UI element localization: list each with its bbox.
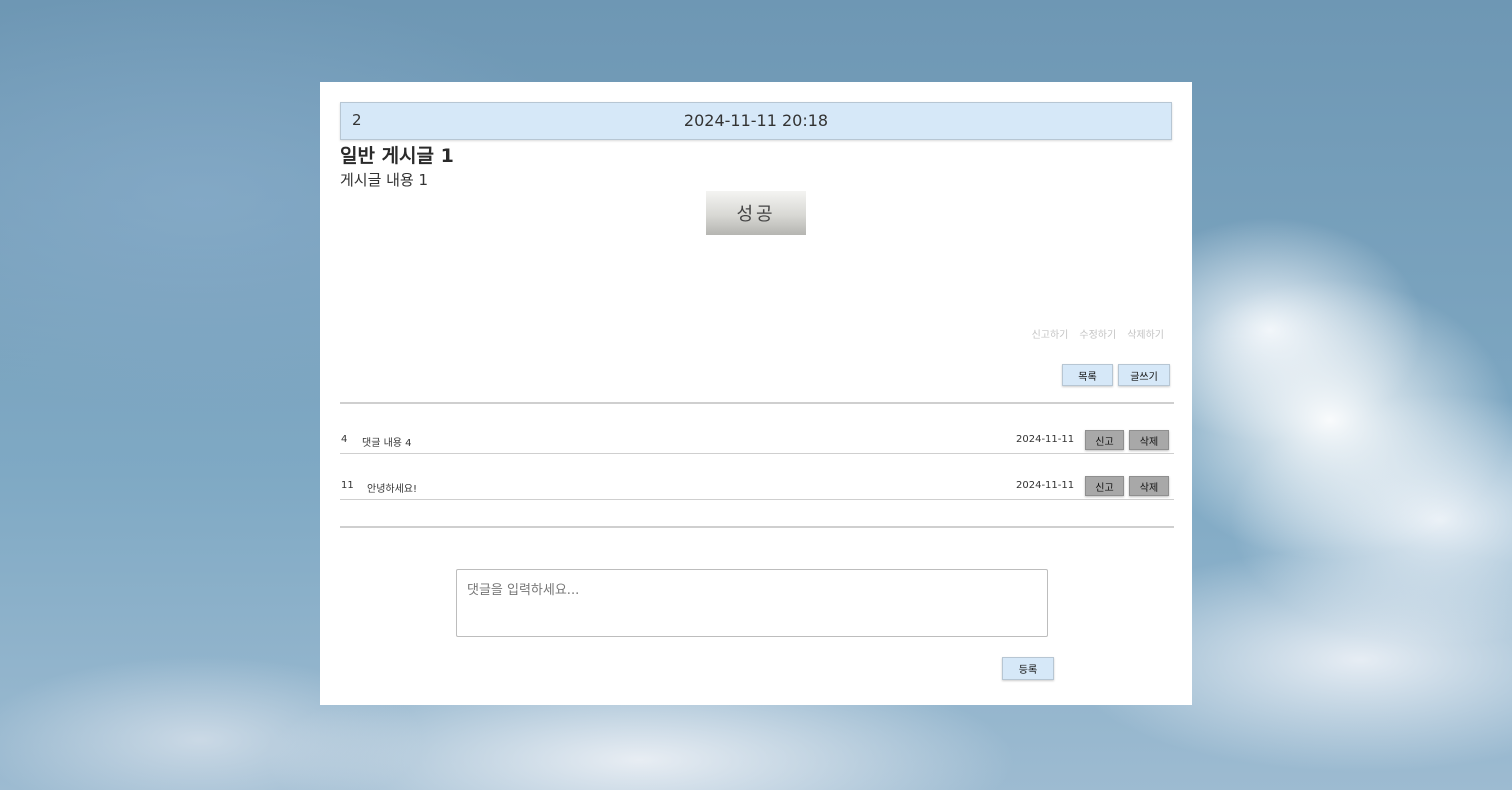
post-action-links: 신고하기 수정하기 삭제하기 [1032,326,1164,341]
comment-text: 댓글 내용 4 [362,438,412,449]
comment-date: 2024-11-11 [1016,434,1075,445]
delete-post-link[interactable]: 삭제하기 [1127,326,1164,341]
comments-top-divider [340,402,1174,404]
comment-divider [340,499,1174,500]
report-comment-button[interactable]: 신고 [1085,430,1124,450]
report-comment-button[interactable]: 신고 [1085,476,1124,496]
comment-id: 11 [341,480,354,491]
comments-bottom-divider [340,526,1174,528]
post-content: 게시글 내용 1 [340,171,429,189]
post-panel: 2 2024-11-11 20:18 일반 게시글 1 게시글 내용 1 성공 … [320,82,1192,705]
delete-comment-button[interactable]: 삭제 [1129,430,1169,450]
comment-date: 2024-11-11 [1016,480,1075,491]
write-button[interactable]: 글쓰기 [1118,364,1170,386]
comment-input[interactable] [456,569,1048,637]
comment-row: 11 안녕하세요! 2024-11-11 신고 삭제 [340,475,1170,497]
comment-divider [340,453,1174,454]
comment-row: 4 댓글 내용 4 2024-11-11 신고 삭제 [340,429,1170,451]
submit-comment-button[interactable]: 등록 [1002,657,1054,680]
post-header-bar: 2 2024-11-11 20:18 [340,102,1172,140]
report-post-link[interactable]: 신고하기 [1032,326,1069,341]
comment-id: 4 [341,434,348,445]
delete-comment-button[interactable]: 삭제 [1129,476,1169,496]
comment-text: 안녕하세요! [367,484,418,495]
post-image-text: 성공 [736,204,776,225]
edit-post-link[interactable]: 수정하기 [1079,326,1116,341]
post-datetime: 2024-11-11 20:18 [683,111,829,130]
list-button[interactable]: 목록 [1062,364,1113,386]
post-image: 성공 [706,191,806,235]
post-title: 일반 게시글 1 [340,145,454,167]
